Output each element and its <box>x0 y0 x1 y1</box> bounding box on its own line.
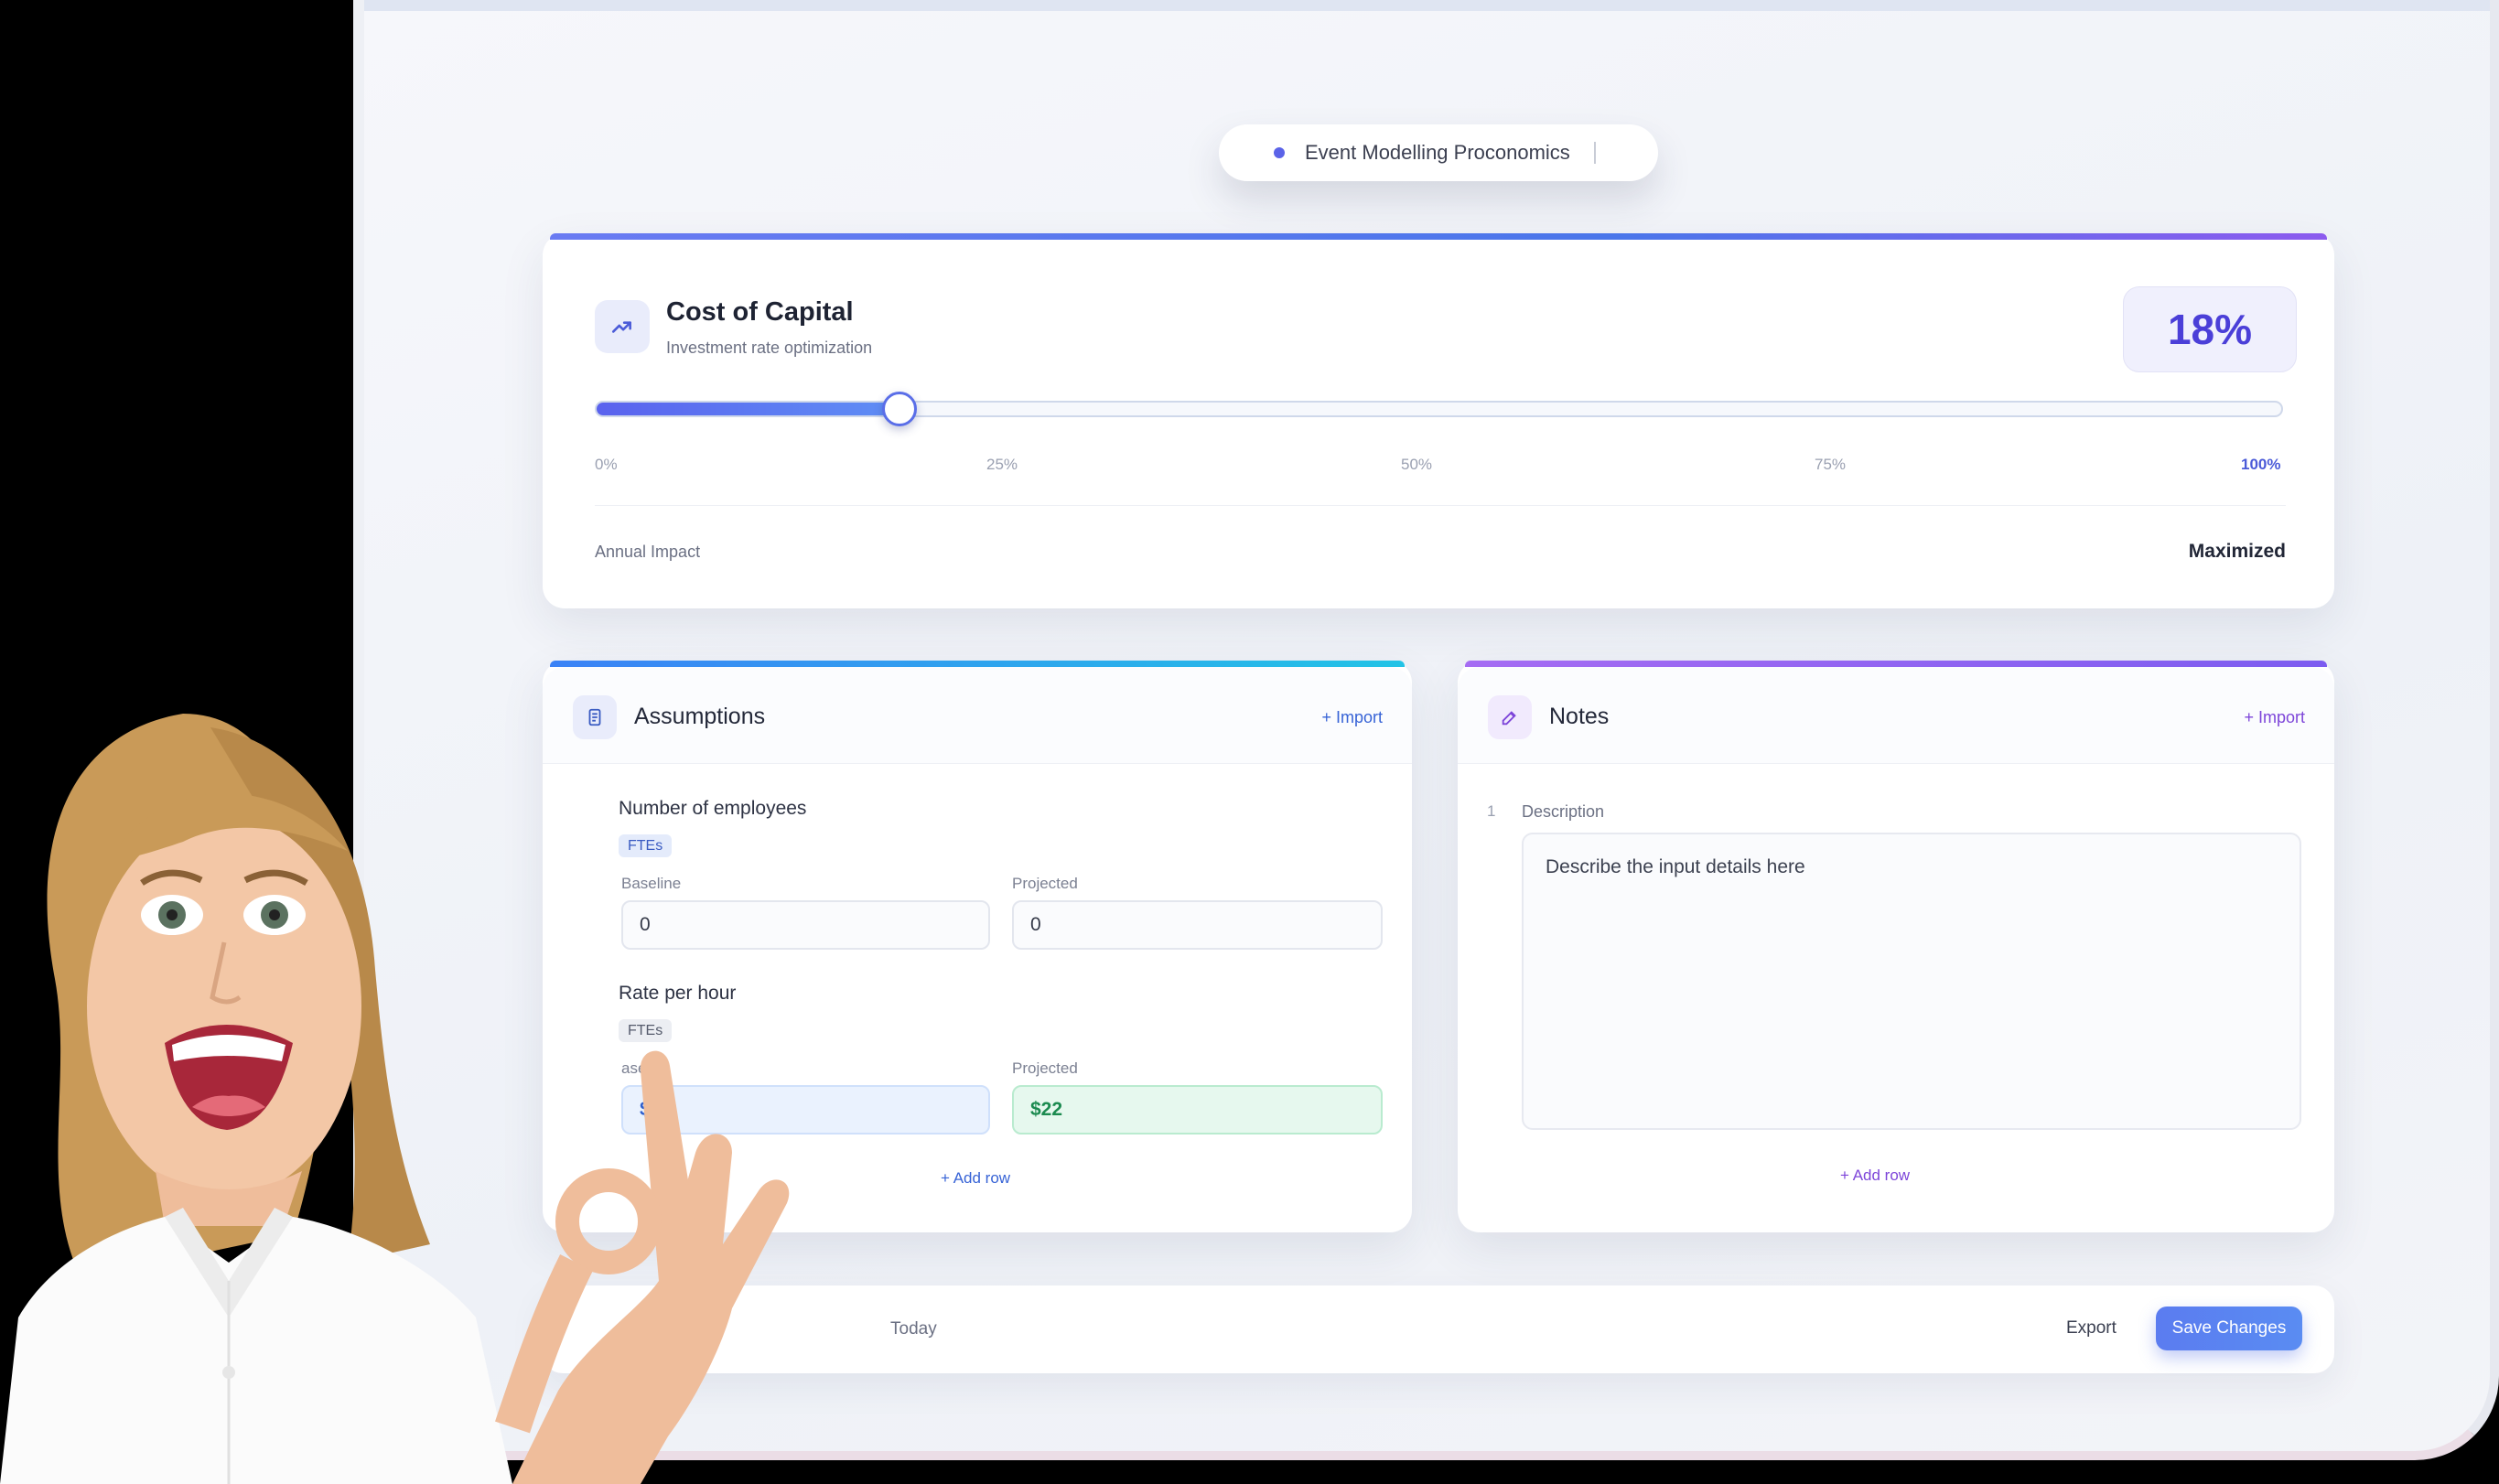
model-name-pill[interactable]: Event Modelling Proconomics <box>1219 124 1658 181</box>
projected-input[interactable]: 0 <box>1012 900 1383 950</box>
rate-value-display: 18% <box>2123 286 2297 372</box>
card-subtitle: Investment rate optimization <box>666 339 873 357</box>
projected-label: Projected <box>1012 875 1078 892</box>
slider-handle[interactable] <box>882 392 918 426</box>
impact-label: Annual Impact <box>595 543 701 561</box>
tick-label: 75% <box>1815 456 1847 473</box>
rate-slider[interactable] <box>595 392 2283 426</box>
edit-icon <box>1488 695 1532 739</box>
notes-panel: Notes + Import 1 Description Describe th… <box>1458 661 2334 1232</box>
trending-up-icon <box>595 300 650 353</box>
card-accent-bar <box>550 233 2327 240</box>
projected-input[interactable]: $22 <box>1012 1085 1383 1135</box>
card-title: Cost of Capital <box>666 297 854 327</box>
divider <box>595 505 2286 506</box>
panel-accent-bar <box>550 661 1405 667</box>
panel-accent-bar <box>1465 661 2327 667</box>
impact-value: Maximized <box>2188 541 2286 562</box>
description-textarea[interactable]: Describe the input details here <box>1522 833 2301 1130</box>
presenter-photo <box>0 714 790 1484</box>
model-name-label: Event Modelling Proconomics <box>1305 141 1570 164</box>
text-cursor <box>1593 142 1596 164</box>
status-dot-icon <box>1274 147 1285 158</box>
export-button[interactable]: Export <box>2066 1318 2117 1339</box>
cost-of-capital-card: Cost of Capital Investment rate optimiza… <box>543 233 2334 608</box>
save-changes-button[interactable]: Save Changes <box>2156 1307 2302 1350</box>
description-label: Description <box>1522 802 1605 821</box>
tick-label: 50% <box>1401 456 1433 473</box>
projected-label: Projected <box>1012 1059 1078 1077</box>
panel-title: Notes <box>1549 704 1610 729</box>
row-number: 1 <box>1487 802 1496 820</box>
panel-header: Notes + Import <box>1458 667 2334 764</box>
import-button[interactable]: + Import <box>1321 708 1383 727</box>
tick-label: 0% <box>595 456 618 473</box>
import-button[interactable]: + Import <box>2244 708 2305 727</box>
tick-label: 100% <box>2241 456 2281 473</box>
add-row-button[interactable]: + Add row <box>1840 1167 1910 1185</box>
tick-label: 25% <box>986 456 1018 473</box>
slider-fill <box>597 403 900 415</box>
